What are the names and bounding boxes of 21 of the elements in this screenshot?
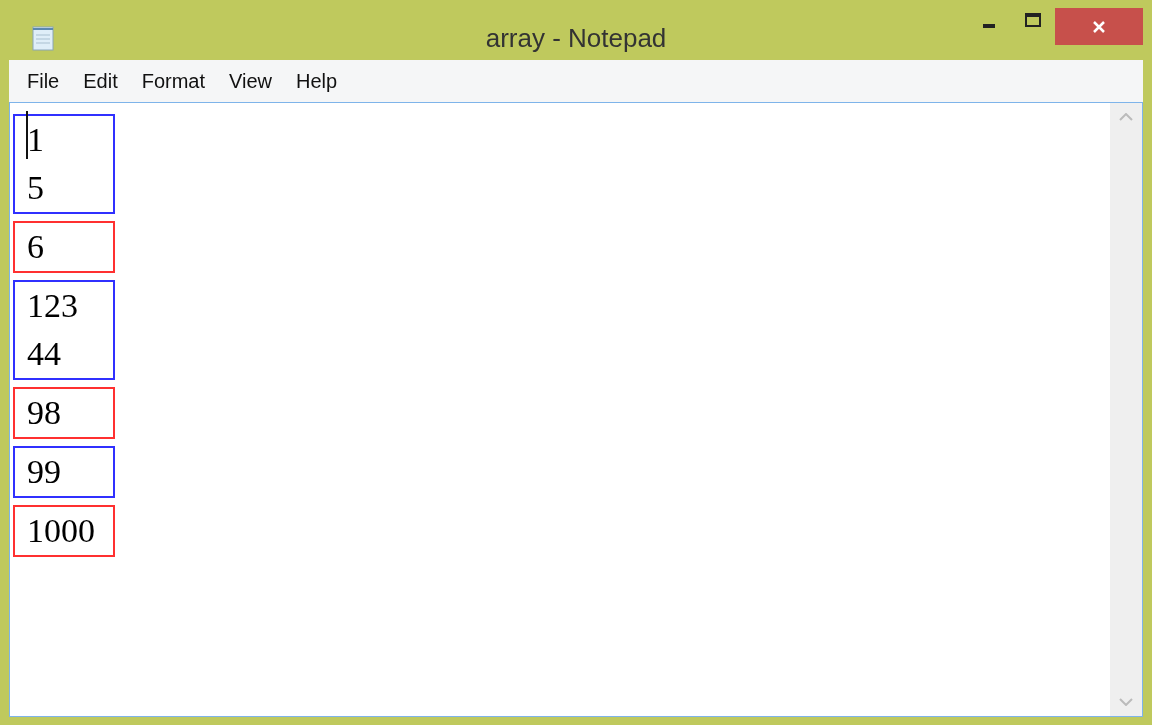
scroll-up-icon[interactable]: [1119, 113, 1133, 121]
text-line: 1: [27, 120, 45, 160]
text-line: 99: [27, 452, 62, 492]
window-title: array - Notepad: [485, 22, 667, 54]
close-icon: [1092, 19, 1106, 34]
scroll-down-icon[interactable]: [1119, 698, 1133, 706]
text-line: 1000: [27, 511, 96, 551]
text-line: 44: [27, 334, 62, 374]
text-line: 5: [27, 168, 45, 208]
text-cursor: [26, 111, 28, 159]
minimize-icon: [983, 24, 995, 28]
text-line: 98: [27, 393, 62, 433]
text-line: 123: [27, 286, 79, 326]
text-line: 6: [27, 227, 45, 267]
menu-item[interactable]: Help: [296, 66, 338, 96]
menu-item[interactable]: View: [229, 66, 273, 96]
menu-item[interactable]: Format: [141, 66, 206, 96]
notepad-icon[interactable]: [32, 25, 54, 51]
menu-item[interactable]: Edit: [83, 66, 118, 96]
menu-item[interactable]: File: [27, 66, 60, 96]
maximize-icon: [1025, 13, 1041, 27]
